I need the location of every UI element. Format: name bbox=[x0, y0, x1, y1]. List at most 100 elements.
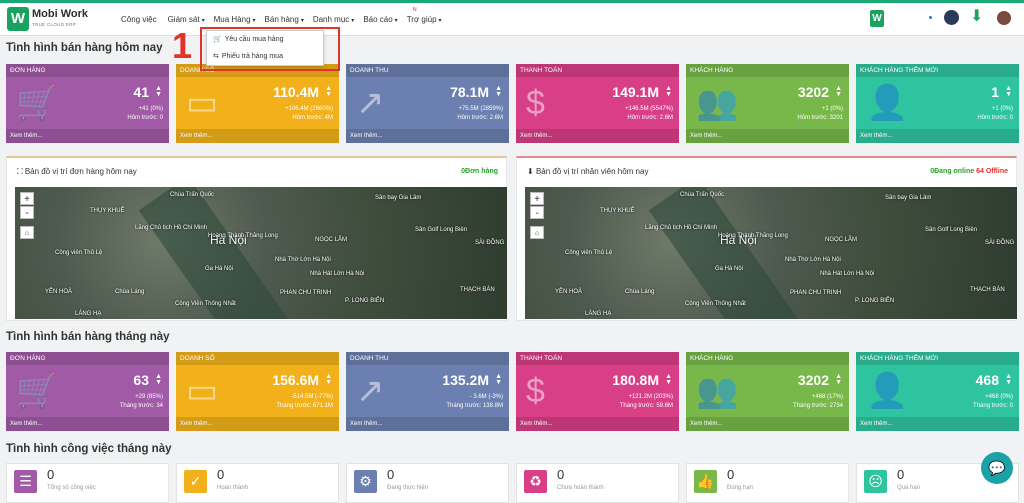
chat-bubble-icon[interactable]: 💬 bbox=[981, 452, 1013, 484]
zoom-in-button[interactable]: + bbox=[530, 192, 544, 205]
work-stat-label: Hoàn thành bbox=[217, 485, 249, 491]
see-more-link[interactable]: Xem thêm... bbox=[176, 129, 339, 143]
work-stat-value: 0 bbox=[897, 467, 905, 482]
download-icon[interactable]: ⬇ bbox=[970, 8, 983, 26]
offline-count: 64 Offline bbox=[976, 168, 1008, 175]
menu-item-0[interactable]: Công việc bbox=[121, 15, 159, 24]
chevron-down-icon: ▾ bbox=[394, 18, 398, 24]
map-label: Sân Golf Long Biên bbox=[415, 227, 468, 233]
work-stat-value: 0 bbox=[217, 467, 225, 482]
staff-map[interactable]: Hà Nội Chùa Trấn Quốc THỤY KHUÊ Lăng Chủ tị… bbox=[525, 187, 1017, 319]
map-label: Công viên Thủ Lệ bbox=[565, 250, 613, 256]
see-more-link[interactable]: Xem thêm... bbox=[856, 417, 1019, 431]
see-more-link[interactable]: Xem thêm... bbox=[856, 129, 1019, 143]
sort-arrows-icon: ▲ ▼ bbox=[665, 85, 672, 98]
map-label: Lăng Chủ tịch Hồ Chí Minh bbox=[645, 225, 718, 231]
avatar[interactable] bbox=[997, 11, 1011, 25]
see-more-link[interactable]: Xem thêm... bbox=[6, 417, 169, 431]
sort-arrows-icon: ▲ ▼ bbox=[835, 85, 842, 98]
card-previous: Hôm trước: 3201 bbox=[797, 115, 843, 121]
map-label: Công Viên Thống Nhất bbox=[175, 301, 236, 307]
see-more-link[interactable]: Xem thêm... bbox=[6, 129, 169, 143]
card-delta: - 3.6M (-3%) bbox=[469, 394, 503, 400]
card-heading: KHÁCH HÀNG bbox=[686, 64, 849, 77]
map-label: Sân bay Gia Lâm bbox=[885, 195, 932, 201]
logo-icon[interactable]: W bbox=[7, 7, 29, 31]
menu-item-1[interactable]: Giám sát ▾ bbox=[168, 15, 205, 24]
zoom-in-button[interactable]: + bbox=[20, 192, 34, 205]
chevron-down-icon: ▾ bbox=[351, 18, 355, 24]
home-icon[interactable]: ⌂ bbox=[530, 226, 544, 239]
brand-name[interactable]: Mobi Work bbox=[32, 8, 88, 20]
sort-arrows-icon: ▲ ▼ bbox=[665, 373, 672, 386]
notification-dot-icon[interactable] bbox=[929, 16, 932, 19]
user-add-icon: 👤 bbox=[866, 372, 909, 410]
calendar-check-icon: ✓ bbox=[184, 470, 207, 493]
menu-item-2[interactable]: Mua Hàng ▾ bbox=[214, 15, 256, 24]
see-more-link[interactable]: Xem thêm... bbox=[346, 129, 509, 143]
card-delta: +468 (0%) bbox=[985, 394, 1013, 400]
card-previous: Tháng trước: 671.1M bbox=[276, 403, 333, 409]
card-previous: Tháng trước: 0 bbox=[973, 403, 1013, 409]
chevron-down-icon: ▾ bbox=[201, 18, 205, 24]
card-delta: +121.2M (203%) bbox=[628, 394, 673, 400]
see-more-link[interactable]: Xem thêm... bbox=[346, 417, 509, 431]
card-value: 3202 bbox=[797, 84, 829, 100]
new-badge: N bbox=[413, 7, 417, 13]
card-previous: Hôm trước: 2.6M bbox=[627, 115, 673, 121]
work-stat-value: 0 bbox=[727, 467, 735, 482]
card-previous: Tháng trước: 138.8M bbox=[446, 403, 503, 409]
map-label: PHAN CHU TRINH bbox=[790, 290, 842, 296]
zoom-out-button[interactable]: - bbox=[530, 206, 544, 219]
cart-icon: 🛒 bbox=[16, 372, 59, 410]
user-add-icon: 👤 bbox=[866, 84, 909, 122]
users-icon: 👥 bbox=[696, 372, 739, 410]
see-more-link[interactable]: Xem thêm... bbox=[516, 129, 679, 143]
menu-item-5[interactable]: Báo cáo ▾ bbox=[363, 15, 397, 24]
card-previous: Tháng trước: 59.6M bbox=[619, 403, 673, 409]
map-label: Chùa Láng bbox=[115, 289, 145, 295]
month-card-5: KHÁCH HÀNG THÊM MỚI 👤 468 ▲ ▼ +468 (0%) Tháng … bbox=[856, 352, 1019, 431]
menu-item-label: Trợ giúp bbox=[406, 15, 437, 24]
today-card-2: DOANH THU ↗ 78.1M ▲ ▼ +75.5M (2859%) Hôm trước… bbox=[346, 64, 509, 143]
menu-item-4[interactable]: Danh mục ▾ bbox=[313, 15, 354, 24]
menu-item-3[interactable]: Bán hàng ▾ bbox=[265, 15, 304, 24]
map-label: Hoàng Thành Thăng Long bbox=[208, 233, 278, 239]
home-icon[interactable]: ⌂ bbox=[20, 226, 34, 239]
card-heading: KHÁCH HÀNG THÊM MỚI bbox=[856, 352, 1019, 365]
see-more-link[interactable]: Xem thêm... bbox=[516, 417, 679, 431]
month-section-title: Tình hình bán hàng tháng này bbox=[6, 331, 170, 343]
see-more-link[interactable]: Xem thêm... bbox=[176, 417, 339, 431]
card-heading: KHÁCH HÀNG bbox=[686, 352, 849, 365]
order-map-panel: ⛶ Bản đồ vị trí đơn hàng hôm nay 0Đơn hà… bbox=[6, 156, 507, 321]
map-label: Sân bay Gia Lâm bbox=[375, 195, 422, 201]
dollar-icon: $ bbox=[526, 84, 545, 122]
order-map[interactable]: Hà Nội Chùa Trấn Quốc THỤY KHUÊ Lăng Chủ tị… bbox=[15, 187, 507, 319]
card-delta: +41 (0%) bbox=[138, 106, 163, 112]
main-menu: Công việc Giám sát ▾ Mua Hàng ▾ Bán hàng ▾ Danh… bbox=[121, 15, 442, 24]
map-label: Ga Hà Nội bbox=[205, 266, 234, 272]
language-globe-icon[interactable] bbox=[944, 10, 959, 25]
app-switch-icon[interactable]: W bbox=[870, 10, 884, 27]
staff-map-panel: ⬇ Bản đồ vị trí nhân viên hôm nay 0Đang … bbox=[516, 156, 1017, 321]
card-previous: Hôm trước: 0 bbox=[977, 115, 1013, 121]
map-label: Sân Golf Long Biên bbox=[925, 227, 978, 233]
work-stat-2: ⚙ 0 Đang thực hiện bbox=[346, 463, 509, 503]
work-stat-4: 👍 0 Đúng hạn bbox=[686, 463, 849, 503]
card-delta: -514.5M (-77%) bbox=[291, 394, 333, 400]
zoom-out-button[interactable]: - bbox=[20, 206, 34, 219]
work-stat-label: Chưa hoàn thành bbox=[557, 485, 604, 491]
work-section-title: Tình hình công việc tháng này bbox=[6, 443, 172, 455]
sort-arrows-icon: ▲ ▼ bbox=[1005, 373, 1012, 386]
thumbs-up-icon: 👍 bbox=[694, 470, 717, 493]
card-value: 149.1M bbox=[612, 84, 659, 100]
menu-item-6[interactable]: Trợ giúp ▾ bbox=[407, 15, 442, 24]
see-more-link[interactable]: Xem thêm... bbox=[686, 129, 849, 143]
work-stat-label: Quá hạn bbox=[897, 485, 921, 491]
see-more-link[interactable]: Xem thêm... bbox=[686, 417, 849, 431]
annotation-highlight-box bbox=[200, 27, 340, 71]
card-heading: DOANH THU bbox=[346, 352, 509, 365]
map-label: Nhà Hát Lớn Hà Nội bbox=[310, 271, 365, 277]
map-label: YÊN HOÀ bbox=[45, 289, 73, 295]
card-value: 468 bbox=[975, 372, 999, 388]
